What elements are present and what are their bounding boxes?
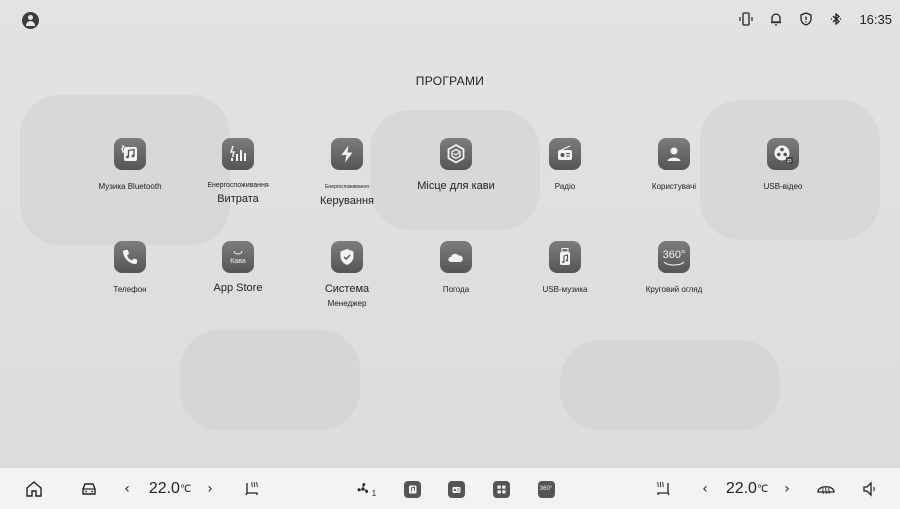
- app-label: Система: [324, 283, 370, 295]
- app-energy-control[interactable]: Енергоспоживання Керування: [292, 138, 402, 207]
- right-temp-decrease[interactable]: ‹: [698, 479, 712, 499]
- bluetooth-music-icon: [114, 138, 146, 170]
- fan-icon[interactable]: 1: [352, 479, 378, 499]
- left-temperature: 22.0 ℃: [143, 479, 197, 499]
- dock-surround-view-icon[interactable]: 360°: [536, 479, 556, 499]
- app-label: Місце для кави: [417, 180, 495, 192]
- page-title: ПРОГРАМИ: [415, 74, 485, 88]
- bluetooth-icon: [829, 11, 843, 27]
- surround-view-icon-text: 360°: [662, 248, 686, 261]
- app-coffee-place[interactable]: Місце для кави: [401, 138, 511, 192]
- right-temp-value: 22.0: [725, 480, 757, 497]
- coffee-place-icon: [440, 138, 472, 170]
- app-radio[interactable]: Радіо: [510, 138, 620, 191]
- shield-icon: [799, 11, 813, 27]
- bell-icon: [769, 11, 783, 27]
- left-temp-decrease[interactable]: ‹: [120, 479, 134, 499]
- fan-level: 1: [371, 488, 377, 498]
- app-phone[interactable]: Телефон: [75, 241, 185, 294]
- app-label: Енергоспоживання: [325, 184, 369, 190]
- app-weather[interactable]: Погода: [401, 241, 511, 294]
- app-energy-consumption[interactable]: Енергоспоживання Витрата: [183, 138, 293, 205]
- seat-heat-icon[interactable]: [242, 479, 262, 499]
- left-temp-value: 22.0: [148, 480, 180, 497]
- app-sublabel: Витрата: [217, 193, 259, 205]
- system-manager-icon: [331, 241, 363, 273]
- weather-icon: [440, 241, 472, 273]
- app-store-icon: Кава: [222, 241, 254, 273]
- background-decoration: [560, 340, 780, 430]
- app-label: App Store: [213, 282, 263, 294]
- seat-heat-right-icon[interactable]: [653, 479, 673, 499]
- usb-video-icon: P: [767, 138, 799, 170]
- home-icon[interactable]: [24, 479, 44, 499]
- usb-music-icon: [549, 241, 581, 273]
- energy-control-icon: [331, 138, 363, 170]
- avatar[interactable]: [22, 12, 39, 29]
- app-label: Телефон: [113, 285, 147, 294]
- app-label: Музика Bluetooth: [98, 182, 162, 191]
- app-app-store[interactable]: Кава App Store: [183, 241, 293, 294]
- app-bluetooth-music[interactable]: Музика Bluetooth: [75, 138, 185, 191]
- phone-icon: [114, 241, 146, 273]
- defrost-icon[interactable]: [815, 479, 837, 499]
- app-label: Радіо: [554, 182, 576, 191]
- app-usb-music[interactable]: USB-музика: [510, 241, 620, 294]
- app-label: Круговий огляд: [645, 285, 703, 294]
- app-users[interactable]: Користувачі: [619, 138, 729, 191]
- user-icon: [658, 138, 690, 170]
- dock-apps-grid-icon[interactable]: [491, 479, 511, 499]
- svg-text:P: P: [787, 158, 791, 165]
- surround-view-icon: 360°: [658, 241, 690, 273]
- app-sublabel: Керування: [320, 195, 374, 207]
- dock-radio-icon[interactable]: [446, 479, 466, 499]
- status-bar: 16:35: [0, 0, 900, 40]
- radio-icon: [549, 138, 581, 170]
- app-label: USB-музика: [542, 285, 588, 294]
- right-temp-unit: ℃: [756, 483, 769, 495]
- app-surround-view[interactable]: 360° Круговий огляд: [619, 241, 729, 294]
- dock-360-text: 360°: [539, 486, 553, 492]
- app-label: USB-відео: [763, 182, 803, 191]
- left-temp-unit: ℃: [179, 483, 192, 495]
- energy-consumption-icon: [222, 138, 254, 170]
- phone-signal-icon: [739, 11, 754, 27]
- bottom-dock: ‹ 22.0 ℃ › 1 360° ‹ 22.0 ℃ ›: [0, 467, 900, 509]
- app-store-icon-text: Кава: [230, 258, 246, 265]
- app-label: Користувачі: [651, 182, 697, 191]
- dock-bluetooth-music-icon[interactable]: [402, 479, 422, 499]
- left-temp-increase[interactable]: ›: [203, 479, 217, 499]
- right-temperature: 22.0 ℃: [720, 479, 774, 499]
- volume-icon[interactable]: [860, 479, 880, 499]
- clock: 16:35: [859, 11, 892, 27]
- background-decoration: [180, 330, 360, 430]
- app-label: Погода: [442, 285, 470, 294]
- status-icons: 16:35: [739, 11, 892, 27]
- app-usb-video[interactable]: P USB-відео: [728, 138, 838, 191]
- right-temp-increase[interactable]: ›: [780, 479, 794, 499]
- car-icon[interactable]: [79, 479, 99, 499]
- app-system-manager[interactable]: Система Менеджер: [292, 241, 402, 308]
- app-label: Енергоспоживання: [207, 182, 269, 189]
- home-screen: 16:35 ПРОГРАМИ Музика Bluetooth Енергосп…: [0, 0, 900, 509]
- app-sublabel: Менеджер: [327, 299, 367, 308]
